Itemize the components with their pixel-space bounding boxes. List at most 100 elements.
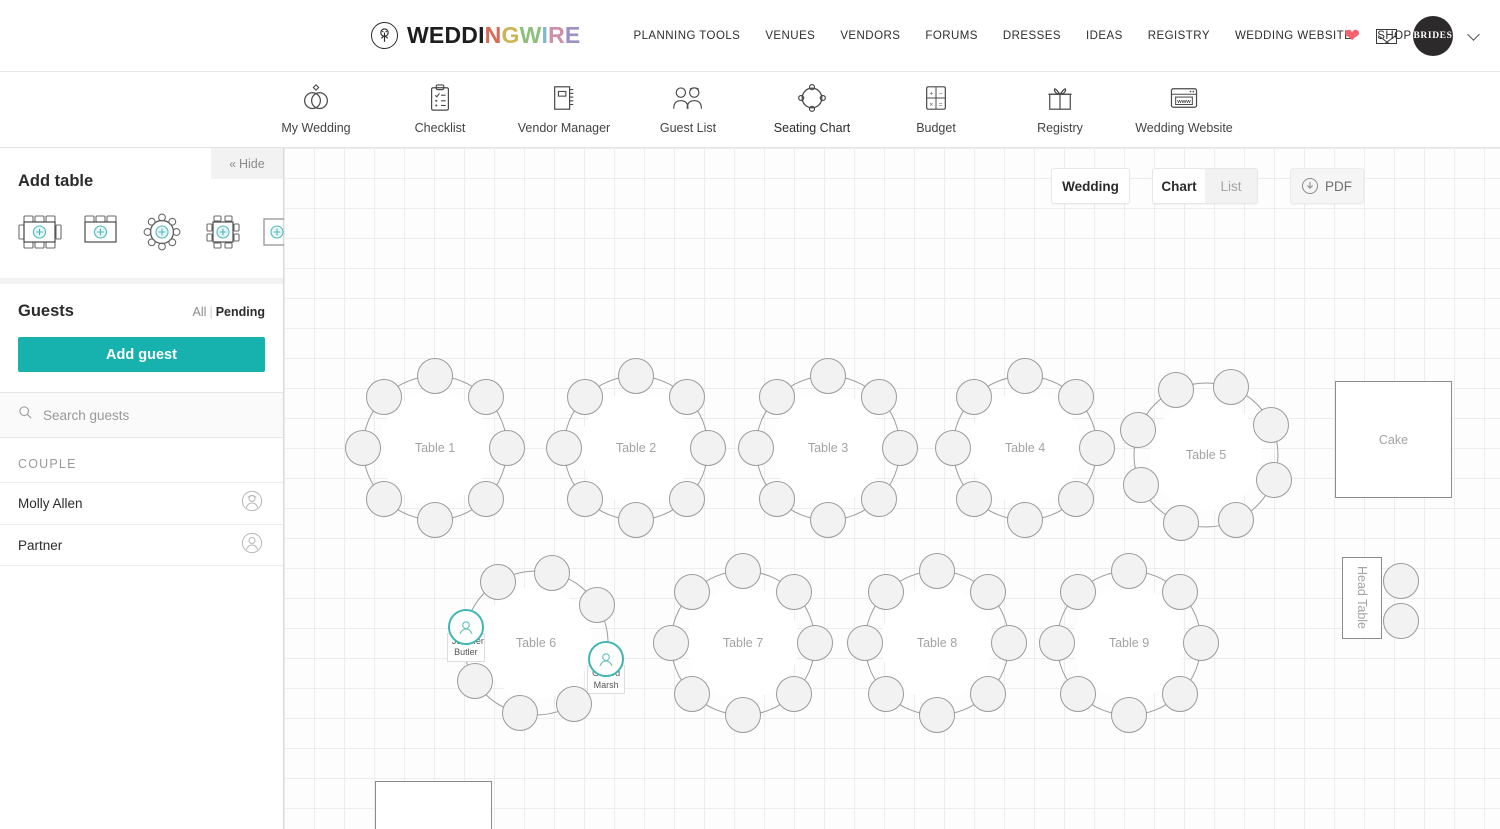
head-table-seat[interactable] xyxy=(1383,603,1419,639)
table-seat[interactable] xyxy=(868,574,905,611)
table-seat[interactable] xyxy=(556,686,593,723)
filter-pending[interactable]: Pending xyxy=(216,305,265,319)
table-seat[interactable] xyxy=(1163,504,1200,541)
tab-wedding-website[interactable]: www Wedding Website xyxy=(1122,78,1246,148)
table-seat[interactable] xyxy=(467,480,504,517)
nav-item-vendors[interactable]: VENDORS xyxy=(840,30,900,42)
round-table[interactable]: Table 2 xyxy=(546,358,726,538)
wedding-selector-button[interactable]: Wedding xyxy=(1051,168,1130,204)
nav-item-planning-tools[interactable]: PLANNING TOOLS xyxy=(633,30,740,42)
canvas-object-bar[interactable]: Bar xyxy=(375,781,492,829)
table-seat[interactable] xyxy=(366,379,403,416)
table-seat[interactable] xyxy=(775,574,812,611)
table-seat[interactable] xyxy=(956,480,993,517)
table-seat[interactable] xyxy=(919,697,955,733)
table-seat[interactable] xyxy=(969,574,1006,611)
table-seat[interactable] xyxy=(1007,502,1043,538)
table-seat[interactable] xyxy=(366,480,403,517)
table-seat[interactable] xyxy=(1122,467,1159,504)
table-seat[interactable] xyxy=(1057,379,1094,416)
table-seat[interactable] xyxy=(759,379,796,416)
site-logo[interactable]: WEDDI N G W I R E xyxy=(371,22,580,49)
table-seat[interactable] xyxy=(1253,406,1290,443)
table-seat[interactable] xyxy=(489,430,525,466)
nav-item-venues[interactable]: VENUES xyxy=(765,30,815,42)
table-seat[interactable] xyxy=(956,379,993,416)
table-seat[interactable] xyxy=(738,430,774,466)
table-seat[interactable] xyxy=(653,625,689,661)
table-seat[interactable] xyxy=(847,625,883,661)
square-table-8-seats-icon[interactable] xyxy=(201,213,245,256)
search-input[interactable] xyxy=(43,407,265,423)
table-seat[interactable] xyxy=(345,430,381,466)
table-seat[interactable] xyxy=(501,695,538,732)
table-seat[interactable] xyxy=(860,480,897,517)
guest-row[interactable]: Partner xyxy=(0,524,283,566)
nav-item-wedding-website[interactable]: WEDDING WEBSITE xyxy=(1235,30,1352,42)
tab-budget[interactable]: + − × = Budget xyxy=(874,78,998,148)
tab-my-wedding[interactable]: My Wedding xyxy=(254,78,378,148)
table-seat[interactable] xyxy=(417,502,453,538)
table-seat[interactable] xyxy=(579,586,616,623)
table-seat[interactable] xyxy=(935,430,971,466)
table-seat[interactable] xyxy=(618,358,654,394)
table-seat[interactable] xyxy=(1111,553,1147,589)
guest-row[interactable]: Molly Allen xyxy=(0,482,283,524)
chevron-down-icon[interactable] xyxy=(1467,27,1480,41)
table-seat[interactable] xyxy=(1161,675,1198,712)
round-table[interactable]: Table 6GerardMarshJenniferButler xyxy=(446,553,626,733)
table-seat[interactable] xyxy=(1007,358,1043,394)
table-seat[interactable] xyxy=(567,480,604,517)
table-seat[interactable] xyxy=(534,554,571,591)
tab-vendor-manager[interactable]: Vendor Manager xyxy=(502,78,626,148)
table-seat-occupied[interactable] xyxy=(447,608,484,645)
table-seat[interactable] xyxy=(668,480,705,517)
table-seat[interactable] xyxy=(567,379,604,416)
table-seat[interactable] xyxy=(546,430,582,466)
table-seat[interactable] xyxy=(991,625,1027,661)
table-seat[interactable] xyxy=(759,480,796,517)
table-seat[interactable] xyxy=(1157,371,1194,408)
round-table[interactable]: Table 1 xyxy=(345,358,525,538)
table-seat[interactable] xyxy=(674,574,711,611)
table-seat[interactable] xyxy=(690,430,726,466)
table-seat[interactable] xyxy=(810,502,846,538)
table-seat[interactable] xyxy=(919,553,955,589)
download-pdf-button[interactable]: PDF xyxy=(1290,168,1364,204)
table-seat[interactable] xyxy=(479,563,516,600)
table-seat[interactable] xyxy=(797,625,833,661)
table-seat[interactable] xyxy=(868,675,905,712)
rectangle-table-8-seats-icon[interactable] xyxy=(18,214,62,255)
table-seat[interactable] xyxy=(725,697,761,733)
rectangle-table-3-seats-icon[interactable] xyxy=(79,214,123,255)
canvas-object-cake[interactable]: Cake xyxy=(1335,381,1452,498)
table-seat[interactable] xyxy=(1079,430,1115,466)
table-seat[interactable] xyxy=(467,379,504,416)
round-table[interactable]: Table 8 xyxy=(847,553,1027,733)
round-table[interactable]: Table 7 xyxy=(653,553,833,733)
round-table[interactable]: Table 9 xyxy=(1039,553,1219,733)
tab-chart-view[interactable]: Chart xyxy=(1153,169,1205,203)
tab-seating-chart[interactable]: Seating Chart xyxy=(750,78,874,155)
table-seat[interactable] xyxy=(674,675,711,712)
table-seat[interactable] xyxy=(456,663,493,700)
nav-item-dresses[interactable]: DRESSES xyxy=(1003,30,1061,42)
canvas-object-head-table[interactable]: Head Table xyxy=(1342,557,1382,639)
add-guest-button[interactable]: Add guest xyxy=(18,337,265,372)
table-seat[interactable] xyxy=(969,675,1006,712)
head-table-seat[interactable] xyxy=(1383,563,1419,599)
round-table[interactable]: Table 3 xyxy=(738,358,918,538)
table-seat[interactable] xyxy=(618,502,654,538)
table-seat[interactable] xyxy=(1039,625,1075,661)
envelope-icon[interactable] xyxy=(1376,28,1397,44)
round-table-icon[interactable] xyxy=(140,213,184,256)
nav-item-ideas[interactable]: IDEAS xyxy=(1086,30,1123,42)
filter-all[interactable]: All xyxy=(193,305,207,319)
table-seat[interactable] xyxy=(1060,675,1097,712)
hide-sidebar-button[interactable]: « Hide xyxy=(211,148,283,179)
seating-chart-canvas[interactable]: Wedding Chart List PDF Table 1 Table 2 Tab… xyxy=(284,148,1500,829)
table-seat[interactable] xyxy=(860,379,897,416)
nav-item-forums[interactable]: FORUMS xyxy=(925,30,978,42)
table-seat[interactable] xyxy=(668,379,705,416)
heart-icon[interactable]: ❤ xyxy=(1344,27,1360,46)
